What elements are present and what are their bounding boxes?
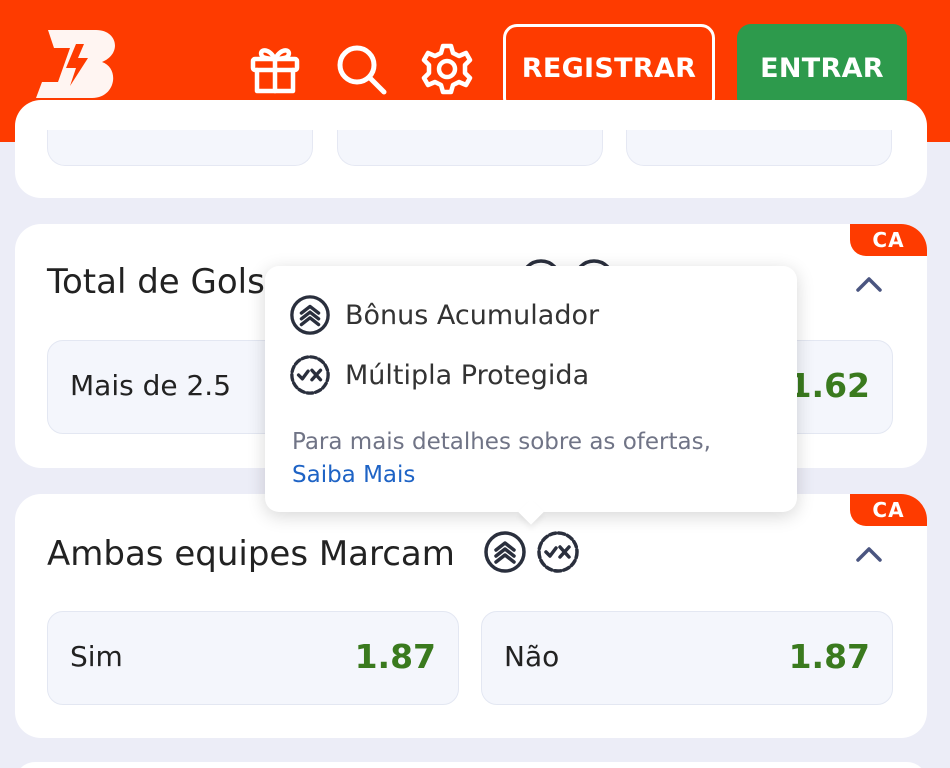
market-card-partial xyxy=(15,762,927,768)
tooltip-item-label: Múltipla Protegida xyxy=(345,359,590,391)
option-label: Sim xyxy=(70,640,123,673)
tooltip-info: Para mais detalhes sobre as ofertas, Sai… xyxy=(292,426,711,492)
login-button[interactable]: ENTRAR xyxy=(737,24,907,112)
gift-icon[interactable] xyxy=(248,42,302,96)
option-label: Não xyxy=(504,640,560,673)
odd-option-partial[interactable] xyxy=(626,130,892,166)
market-card-btts: CA Ambas equipes Marcam Sim 1.87 Não 1.8… xyxy=(15,494,927,738)
odd-option-partial[interactable] xyxy=(337,130,603,166)
odd-option-nao[interactable]: Não 1.87 xyxy=(481,611,893,705)
protected-multiple-icon xyxy=(290,355,330,395)
learn-more-link[interactable]: Saiba Mais xyxy=(292,459,711,492)
register-button[interactable]: REGISTRAR xyxy=(503,24,715,112)
odd-value: 1.87 xyxy=(354,637,436,676)
search-icon[interactable] xyxy=(334,42,388,96)
market-card-partial xyxy=(15,100,927,198)
odd-option-sim[interactable]: Sim 1.87 xyxy=(47,611,459,705)
ca-badge: CA xyxy=(850,224,927,256)
tooltip-info-text: Para mais detalhes sobre as ofertas, xyxy=(292,429,711,455)
protected-multiple-icon[interactable] xyxy=(536,530,580,574)
tooltip-item: Múltipla Protegida xyxy=(289,354,589,396)
chevron-up-icon[interactable] xyxy=(855,544,883,564)
bonus-accumulator-icon[interactable] xyxy=(483,530,527,574)
tooltip-item-label: Bônus Acumulador xyxy=(345,299,600,331)
ca-badge: CA xyxy=(850,494,927,526)
bonus-accumulator-icon xyxy=(290,295,330,335)
odd-value: 1.87 xyxy=(788,637,870,676)
odd-value: 1.62 xyxy=(788,366,870,405)
market-title: Total de Gols xyxy=(47,262,265,302)
chevron-up-icon[interactable] xyxy=(855,274,883,294)
offers-tooltip: Bônus Acumulador Múltipla Protegida Para… xyxy=(265,266,797,512)
odd-option-partial[interactable] xyxy=(47,130,313,166)
tooltip-item: Bônus Acumulador xyxy=(289,294,599,336)
brand-logo[interactable] xyxy=(36,26,120,102)
option-label: Mais de 2.5 xyxy=(70,369,232,402)
gear-icon[interactable] xyxy=(420,42,474,96)
market-title: Ambas equipes Marcam xyxy=(47,534,455,574)
